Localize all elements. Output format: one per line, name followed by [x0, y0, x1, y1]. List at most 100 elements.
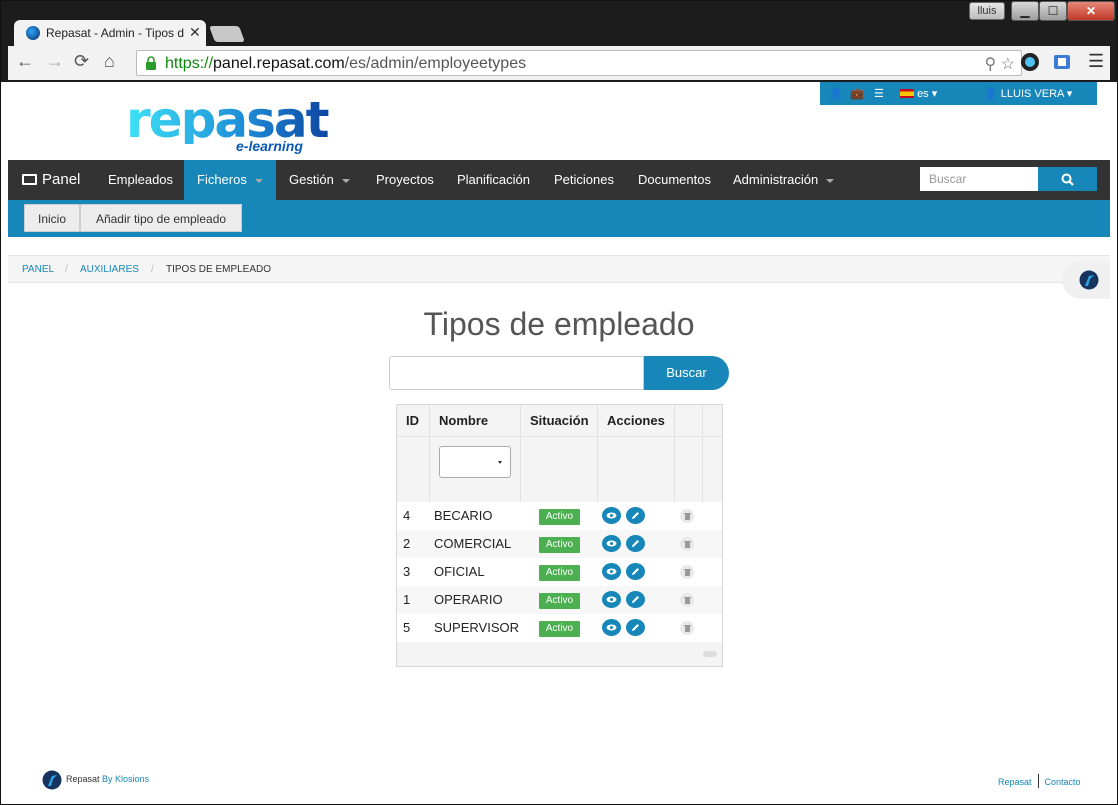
delete-button[interactable]	[680, 537, 694, 551]
column-header-acciones: Acciones	[598, 405, 675, 437]
table-row: 1 OPERARIO Activo	[397, 586, 722, 614]
edit-button[interactable]	[626, 591, 645, 608]
window-user-badge[interactable]: lluis	[969, 2, 1005, 20]
home-icon[interactable]: ⌂	[104, 51, 115, 72]
eye-icon	[606, 596, 617, 603]
footer-logo-icon	[42, 770, 62, 790]
trash-icon	[683, 569, 691, 576]
view-button[interactable]	[602, 591, 621, 608]
chevron-down-icon	[341, 178, 350, 183]
repasat-logo[interactable]: repasat e-learning	[126, 95, 336, 160]
delete-button[interactable]	[680, 593, 694, 607]
employee-types-table: ID Nombre Situación Acciones 4 BECARIO A…	[396, 404, 723, 667]
table-header: ID Nombre Situación Acciones	[397, 405, 722, 437]
delete-button[interactable]	[680, 565, 694, 579]
flag-icon	[900, 89, 914, 98]
nav-empleados[interactable]: Empleados	[108, 160, 173, 200]
user-menu[interactable]: 👤 LLUIS VERA ▾	[984, 87, 1072, 100]
back-icon[interactable]: ←	[16, 51, 34, 72]
url-text: https://panel.repasat.com/es/admin/emplo…	[165, 55, 527, 72]
search-button[interactable]: Buscar	[644, 356, 729, 390]
view-button[interactable]	[602, 535, 621, 552]
nombre-filter-select[interactable]	[439, 446, 511, 478]
chevron-down-icon	[498, 461, 502, 464]
nav-ficheros[interactable]: Ficheros	[184, 160, 276, 200]
chevron-down-icon	[826, 178, 835, 183]
nav-gestion[interactable]: Gestión	[289, 160, 350, 200]
column-header-id[interactable]: ID	[397, 405, 430, 437]
browser-tab[interactable]: Repasat - Admin - Tipos d ✕	[14, 20, 206, 46]
column-header-nombre[interactable]: Nombre	[430, 405, 521, 437]
user-icon[interactable]: 👤	[829, 87, 843, 100]
nav-proyectos[interactable]: Proyectos	[376, 160, 434, 200]
status-badge: Activo	[539, 593, 580, 609]
language-selector[interactable]: es ▾	[900, 87, 937, 100]
minimize-button[interactable]: ▁	[1011, 1, 1039, 21]
pencil-icon	[632, 512, 639, 519]
zoom-star-icons[interactable]: ⚲ ☆	[984, 54, 1015, 74]
pencil-icon	[632, 596, 639, 603]
close-tab-icon[interactable]: ✕	[189, 24, 201, 41]
pencil-icon	[632, 568, 639, 575]
repasat-logo-icon	[1079, 270, 1099, 290]
nav-documentos[interactable]: Documentos	[638, 160, 711, 200]
lock-icon	[146, 56, 156, 70]
briefcase-icon[interactable]: 💼	[850, 87, 864, 100]
tab-title: Repasat - Admin - Tipos d	[46, 26, 184, 40]
edit-button[interactable]	[626, 535, 645, 552]
footer-links: Repasat Contacto	[998, 774, 1081, 788]
eye-icon	[606, 512, 617, 519]
delete-button[interactable]	[680, 621, 694, 635]
nav-panel[interactable]: Panel	[22, 160, 80, 200]
new-tab-button[interactable]	[209, 26, 245, 42]
breadcrumb: PANEL / AUXILIARES / TIPOS DE EMPLEADO	[8, 255, 1110, 283]
chevron-down-icon	[254, 178, 263, 183]
eye-icon	[606, 568, 617, 575]
trash-icon	[683, 541, 691, 548]
nav-peticiones[interactable]: Peticiones	[554, 160, 614, 200]
trash-icon	[683, 625, 691, 632]
search-input[interactable]	[389, 356, 644, 390]
footer-repasat-link[interactable]: Repasat	[998, 777, 1032, 787]
favicon-icon	[26, 26, 40, 40]
extension-icon-2[interactable]	[1052, 52, 1072, 72]
nav-search-input[interactable]	[920, 167, 1038, 191]
footer-contacto-link[interactable]: Contacto	[1045, 777, 1081, 787]
table-row: 3 OFICIAL Activo	[397, 558, 722, 586]
status-badge: Activo	[539, 565, 580, 581]
forward-icon[interactable]: →	[46, 51, 64, 72]
address-bar[interactable]: https://panel.repasat.com/es/admin/emplo…	[136, 50, 1022, 76]
breadcrumb-panel[interactable]: PANEL	[22, 264, 54, 275]
nav-search-button[interactable]	[1038, 167, 1097, 191]
add-employee-type-button[interactable]: Añadir tipo de empleado	[80, 204, 242, 232]
close-window-button[interactable]: ✕	[1067, 1, 1115, 21]
edit-button[interactable]	[626, 507, 645, 524]
horizontal-scrollbar[interactable]	[703, 651, 717, 657]
nav-administracion[interactable]: Administración	[733, 160, 835, 200]
browser-menu-icon[interactable]: ☰	[1088, 51, 1104, 72]
reload-icon[interactable]: ⟳	[74, 51, 89, 72]
inicio-button[interactable]: Inicio	[24, 204, 80, 232]
browser-chrome: lluis ▁ ☐ ✕ Repasat - Admin - Tipos d ✕ …	[0, 0, 1118, 82]
status-badge: Activo	[539, 509, 580, 525]
side-widget[interactable]	[1062, 261, 1110, 299]
view-button[interactable]	[602, 619, 621, 636]
page: 👤 💼 ☰ es ▾ 👤 LLUIS VERA ▾ repasat e-lear…	[8, 82, 1110, 798]
trash-icon	[683, 597, 691, 604]
breadcrumb-auxiliares[interactable]: AUXILIARES	[80, 264, 139, 275]
maximize-button[interactable]: ☐	[1039, 1, 1067, 21]
column-header-situacion[interactable]: Situación	[521, 405, 598, 437]
view-button[interactable]	[602, 563, 621, 580]
status-badge: Activo	[539, 537, 580, 553]
nav-planificacion[interactable]: Planificación	[457, 160, 530, 200]
pencil-icon	[632, 540, 639, 547]
list-icon[interactable]: ☰	[874, 87, 884, 100]
footer-brand: Repasat By Klosions	[66, 774, 150, 784]
extension-icon[interactable]	[1020, 52, 1040, 72]
klosions-link[interactable]: By Klosions	[102, 774, 149, 784]
edit-button[interactable]	[626, 619, 645, 636]
page-title: Tipos de empleado	[423, 306, 695, 342]
delete-button[interactable]	[680, 509, 694, 523]
edit-button[interactable]	[626, 563, 645, 580]
view-button[interactable]	[602, 507, 621, 524]
